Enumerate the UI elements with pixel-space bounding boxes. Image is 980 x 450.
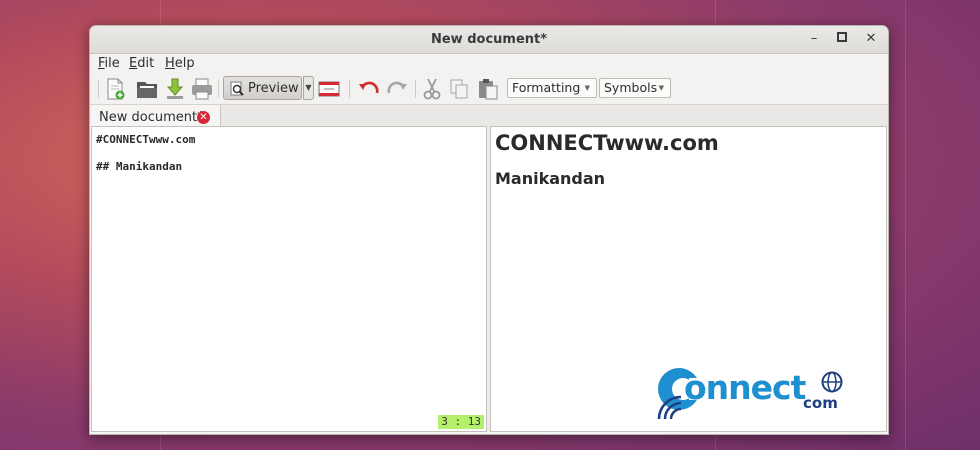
menu-help-label: elp — [174, 56, 195, 71]
menu-edit[interactable]: Edit — [129, 56, 154, 71]
open-folder-icon[interactable] — [135, 77, 159, 101]
preview-pane: CONNECTwww.com Manikandan onnect com — [490, 126, 887, 432]
maximize-button[interactable] — [832, 30, 852, 48]
toolbar-separator — [415, 80, 416, 98]
menu-help-mnemonic: H — [165, 56, 175, 71]
window-title: New document* — [430, 32, 548, 47]
cut-icon[interactable] — [420, 77, 444, 101]
preview-toggle-button[interactable]: Preview — [223, 76, 302, 100]
redo-icon[interactable] — [385, 77, 409, 101]
globe-icon — [821, 371, 843, 393]
editor-line[interactable]: ## Manikandan — [96, 160, 182, 173]
close-button[interactable]: ✕ — [861, 30, 881, 48]
chevron-down-icon: ▼ — [584, 84, 590, 92]
preview-label: Preview — [248, 81, 299, 96]
print-icon[interactable] — [190, 77, 214, 101]
menu-edit-mnemonic: E — [129, 56, 138, 71]
app-window: New document* – ✕ File Edit Help Preview… — [89, 25, 889, 435]
content-panes: #CONNECTwww.com ## Manikandan 3 : 13 CON… — [90, 126, 888, 434]
menu-bar: File Edit Help — [90, 54, 888, 74]
new-document-icon[interactable] — [103, 77, 127, 101]
cursor-position-status: 3 : 13 — [438, 415, 484, 429]
toolbar: Preview ▼ Formatting ▼ Symbols ▼ — [90, 74, 888, 105]
symbols-label: Symbols — [604, 80, 658, 95]
menu-help[interactable]: Help — [165, 56, 195, 71]
tab-label: New document* — [99, 110, 204, 125]
logo-wordmark: onnect — [684, 368, 806, 407]
toolbar-separator — [349, 80, 350, 98]
formatting-dropdown[interactable]: Formatting ▼ — [507, 78, 597, 98]
symbols-dropdown[interactable]: Symbols ▼ — [599, 78, 671, 98]
connect-watermark-logo: onnect com — [655, 365, 855, 425]
menu-edit-label: dit — [137, 56, 155, 71]
preview-heading-2: Manikandan — [495, 169, 606, 188]
toolbar-separator — [98, 80, 99, 98]
chevron-down-icon: ▼ — [658, 84, 664, 92]
preview-heading-1: CONNECTwww.com — [495, 131, 719, 155]
minimize-button[interactable]: – — [804, 30, 824, 48]
fullscreen-icon[interactable] — [317, 77, 341, 101]
close-tab-icon[interactable]: ✕ — [197, 111, 210, 124]
undo-icon[interactable] — [357, 77, 381, 101]
copy-icon[interactable] — [447, 77, 471, 101]
menu-file[interactable]: File — [98, 56, 120, 71]
formatting-label: Formatting — [512, 80, 581, 95]
preview-icon — [230, 81, 244, 96]
editor-line[interactable]: #CONNECTwww.com — [96, 133, 195, 146]
menu-file-label: ile — [104, 56, 120, 71]
preview-dropdown-button[interactable]: ▼ — [303, 76, 314, 100]
save-icon[interactable] — [163, 77, 187, 101]
maximize-icon — [837, 32, 847, 42]
logo-com-text: com — [803, 394, 838, 412]
paste-icon[interactable] — [476, 77, 500, 101]
markdown-editor[interactable]: #CONNECTwww.com ## Manikandan 3 : 13 — [91, 126, 487, 432]
toolbar-separator — [218, 80, 219, 98]
title-bar[interactable]: New document* – ✕ — [90, 26, 888, 54]
